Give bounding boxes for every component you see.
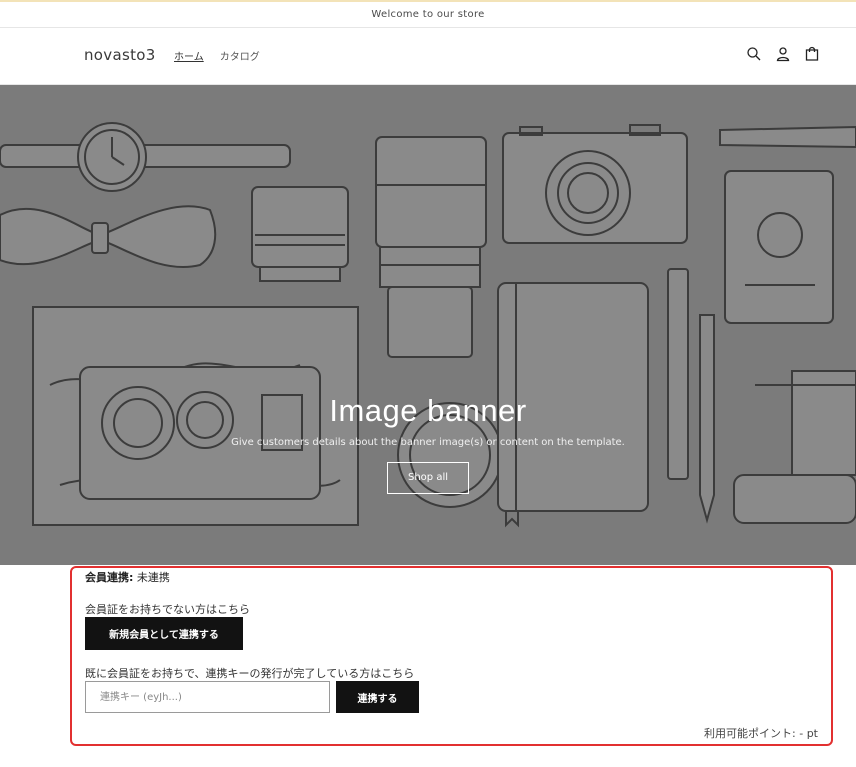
cart-icon[interactable] — [804, 46, 820, 62]
member-status-value: 未連携 — [136, 571, 170, 584]
nav-item-catalog[interactable]: カタログ — [220, 48, 260, 63]
nav-item-home[interactable]: ホーム — [174, 48, 204, 63]
shop-all-button[interactable]: Shop all — [387, 462, 469, 494]
banner-content: Image banner Give customers details abou… — [0, 393, 856, 494]
link-key-input[interactable] — [85, 681, 330, 713]
announcement-text: Welcome to our store — [371, 9, 485, 20]
member-link-panel: 会員連携: 未連携 会員証をお持ちでない方はこちら 新規会員として連携する 既に… — [70, 566, 833, 746]
banner-subtitle: Give customers details about the banner … — [231, 437, 625, 448]
member-status: 会員連携: 未連携 — [85, 569, 170, 585]
search-icon[interactable] — [746, 46, 762, 62]
announcement-bar: Welcome to our store — [0, 0, 856, 28]
banner-title: Image banner — [329, 393, 527, 428]
has-card-text: 既に会員証をお持ちで、連携キーの発行が完了している方はこちら — [85, 667, 415, 680]
register-member-button[interactable]: 新規会員として連携する — [85, 617, 243, 650]
header-icons — [746, 46, 820, 62]
image-banner: Image banner Give customers details abou… — [0, 85, 856, 565]
link-button[interactable]: 連携する — [336, 681, 419, 713]
main-nav: ホーム カタログ — [174, 48, 260, 63]
available-points: 利用可能ポイント: - pt — [704, 727, 818, 740]
member-status-label: 会員連携: — [85, 571, 134, 584]
site-header: novasto3 ホーム カタログ — [0, 28, 856, 85]
account-icon[interactable] — [775, 46, 791, 62]
store-logo[interactable]: novasto3 — [84, 46, 156, 64]
no-card-text: 会員証をお持ちでない方はこちら — [85, 603, 250, 616]
